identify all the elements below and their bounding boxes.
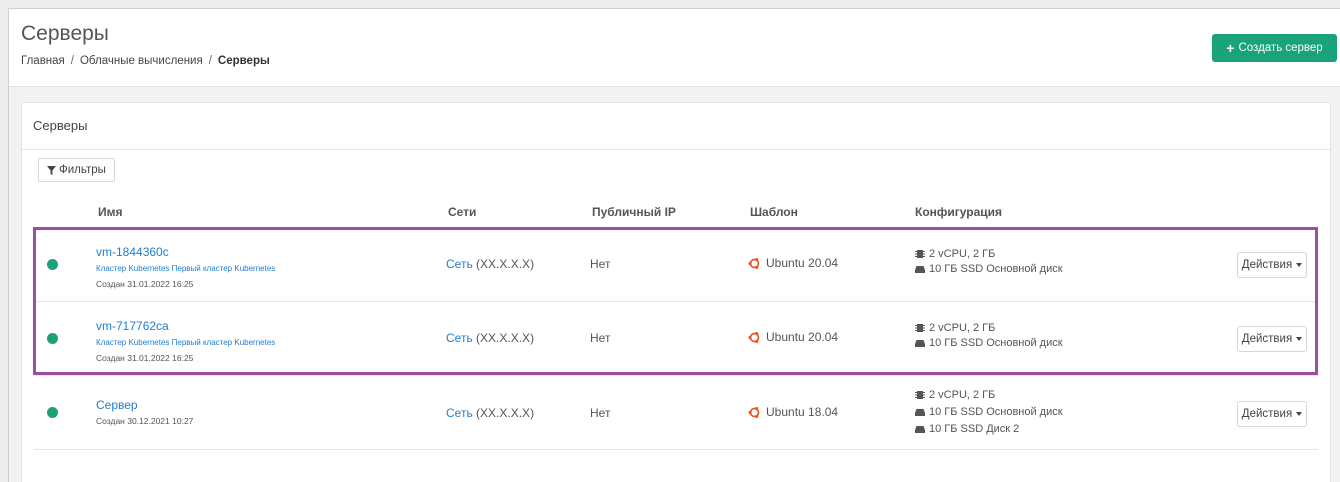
actions-label: Действия (1241, 333, 1293, 345)
network-cell: Сеть (XX.X.X.X) (446, 331, 534, 345)
cpu-icon (915, 250, 925, 258)
config-cpu: 2 vCPU, 2 ГБ (915, 322, 995, 334)
actions-dropdown-button[interactable]: Действия (1237, 326, 1307, 352)
breadcrumb-separator: / (70, 55, 74, 67)
public-ip-value: Нет (590, 331, 611, 345)
actions-label: Действия (1241, 259, 1293, 271)
cluster-link[interactable]: Кластер Kubernetes Первый кластер Kubern… (96, 264, 275, 273)
ubuntu-icon (748, 331, 760, 343)
disk-value: 10 ГБ SSD Основной диск (929, 406, 1063, 418)
card-title: Серверы (22, 103, 1330, 150)
template-name: Ubuntu 20.04 (766, 330, 839, 344)
column-header-name[interactable]: Имя (98, 205, 123, 219)
caret-down-icon (1296, 263, 1303, 267)
public-ip-value: Нет (590, 257, 611, 271)
actions-dropdown-button[interactable]: Действия (1237, 401, 1307, 427)
config-disk: 10 ГБ SSD Основной диск (915, 337, 1063, 349)
breadcrumb-current: Серверы (217, 55, 270, 67)
config-disk: 10 ГБ SSD Основной диск (915, 263, 1063, 275)
created-date: Создан 31.01.2022 16:25 (96, 279, 194, 289)
filter-icon (47, 165, 56, 175)
status-running-indicator (47, 333, 58, 344)
disk-icon (915, 409, 925, 416)
cpu-icon (915, 324, 925, 332)
page-header: Серверы Главная / Облачные вычисления / Серв… (9, 9, 1340, 87)
status-running-indicator (47, 407, 58, 418)
disk-value: 10 ГБ SSD Основной диск (929, 337, 1063, 349)
column-header-networks[interactable]: Сети (448, 205, 476, 219)
create-server-button[interactable]: + Создать сервер (1212, 34, 1337, 62)
server-name-link[interactable]: vm-717762ca (96, 319, 169, 333)
disk-2-value: 10 ГБ SSD Диск 2 (929, 423, 1020, 435)
table-row: Сервер Создан 30.12.2021 10:27 Сеть (XX.… (34, 376, 1318, 450)
cpu-ram-value: 2 vCPU, 2 ГБ (929, 322, 996, 334)
table-row: vm-1844360c Кластер Kubernetes Первый кл… (34, 228, 1318, 302)
cpu-ram-value: 2 vCPU, 2 ГБ (929, 248, 996, 260)
filters-label: Фильтры (59, 164, 106, 176)
cluster-link[interactable]: Кластер Kubernetes Первый кластер Kubern… (96, 338, 275, 347)
column-header-public-ip[interactable]: Публичный IP (592, 205, 676, 219)
config-disk-2: 10 ГБ SSD Диск 2 (915, 423, 1019, 435)
status-running-indicator (47, 259, 58, 270)
disk-icon (915, 340, 925, 347)
config-disk: 10 ГБ SSD Основной диск (915, 406, 1063, 418)
config-cpu: 2 vCPU, 2 ГБ (915, 389, 995, 401)
breadcrumb-home[interactable]: Главная (21, 55, 65, 67)
column-header-template[interactable]: Шаблон (750, 205, 798, 219)
template-cell: Ubuntu 18.04 (748, 405, 838, 419)
cpu-ram-value: 2 vCPU, 2 ГБ (929, 389, 996, 401)
config-cpu: 2 vCPU, 2 ГБ (915, 248, 995, 260)
network-ip: (XX.X.X.X) (476, 331, 535, 345)
created-date: Создан 30.12.2021 10:27 (96, 416, 194, 426)
template-name: Ubuntu 20.04 (766, 256, 839, 270)
template-cell: Ubuntu 20.04 (748, 256, 838, 270)
column-header-configuration[interactable]: Конфигурация (915, 205, 1002, 219)
table-row: vm-717762ca Кластер Kubernetes Первый кл… (34, 302, 1318, 376)
network-link[interactable]: Сеть (446, 331, 473, 345)
create-server-label: Создать сервер (1238, 42, 1323, 54)
disk-value: 10 ГБ SSD Основной диск (929, 263, 1063, 275)
created-date: Создан 31.01.2022 16:25 (96, 353, 194, 363)
public-ip-value: Нет (590, 406, 611, 420)
actions-dropdown-button[interactable]: Действия (1237, 252, 1307, 278)
caret-down-icon (1296, 412, 1303, 416)
filters-button[interactable]: Фильтры (38, 158, 115, 182)
disk-icon (915, 266, 925, 273)
template-cell: Ubuntu 20.04 (748, 330, 838, 344)
breadcrumb-separator: / (208, 55, 212, 67)
breadcrumb-cloud-computing[interactable]: Облачные вычисления (80, 55, 203, 67)
plus-icon: + (1226, 40, 1235, 56)
server-name-link[interactable]: Сервер (96, 398, 138, 412)
cpu-icon (915, 391, 925, 399)
server-name-link[interactable]: vm-1844360c (96, 245, 169, 259)
breadcrumb: Главная / Облачные вычисления / Серверы (21, 55, 270, 67)
servers-card: Серверы Фильтры Имя Сети Публичный IP Ша… (21, 102, 1331, 482)
template-name: Ubuntu 18.04 (766, 405, 839, 419)
ubuntu-icon (748, 257, 760, 269)
network-link[interactable]: Сеть (446, 257, 473, 271)
network-ip: (XX.X.X.X) (476, 406, 535, 420)
page-title: Серверы (21, 22, 109, 45)
network-cell: Сеть (XX.X.X.X) (446, 406, 534, 420)
network-cell: Сеть (XX.X.X.X) (446, 257, 534, 271)
actions-label: Действия (1241, 408, 1293, 420)
disk-icon (915, 426, 925, 433)
network-ip: (XX.X.X.X) (476, 257, 535, 271)
ubuntu-icon (748, 406, 760, 418)
network-link[interactable]: Сеть (446, 406, 473, 420)
caret-down-icon (1296, 337, 1303, 341)
